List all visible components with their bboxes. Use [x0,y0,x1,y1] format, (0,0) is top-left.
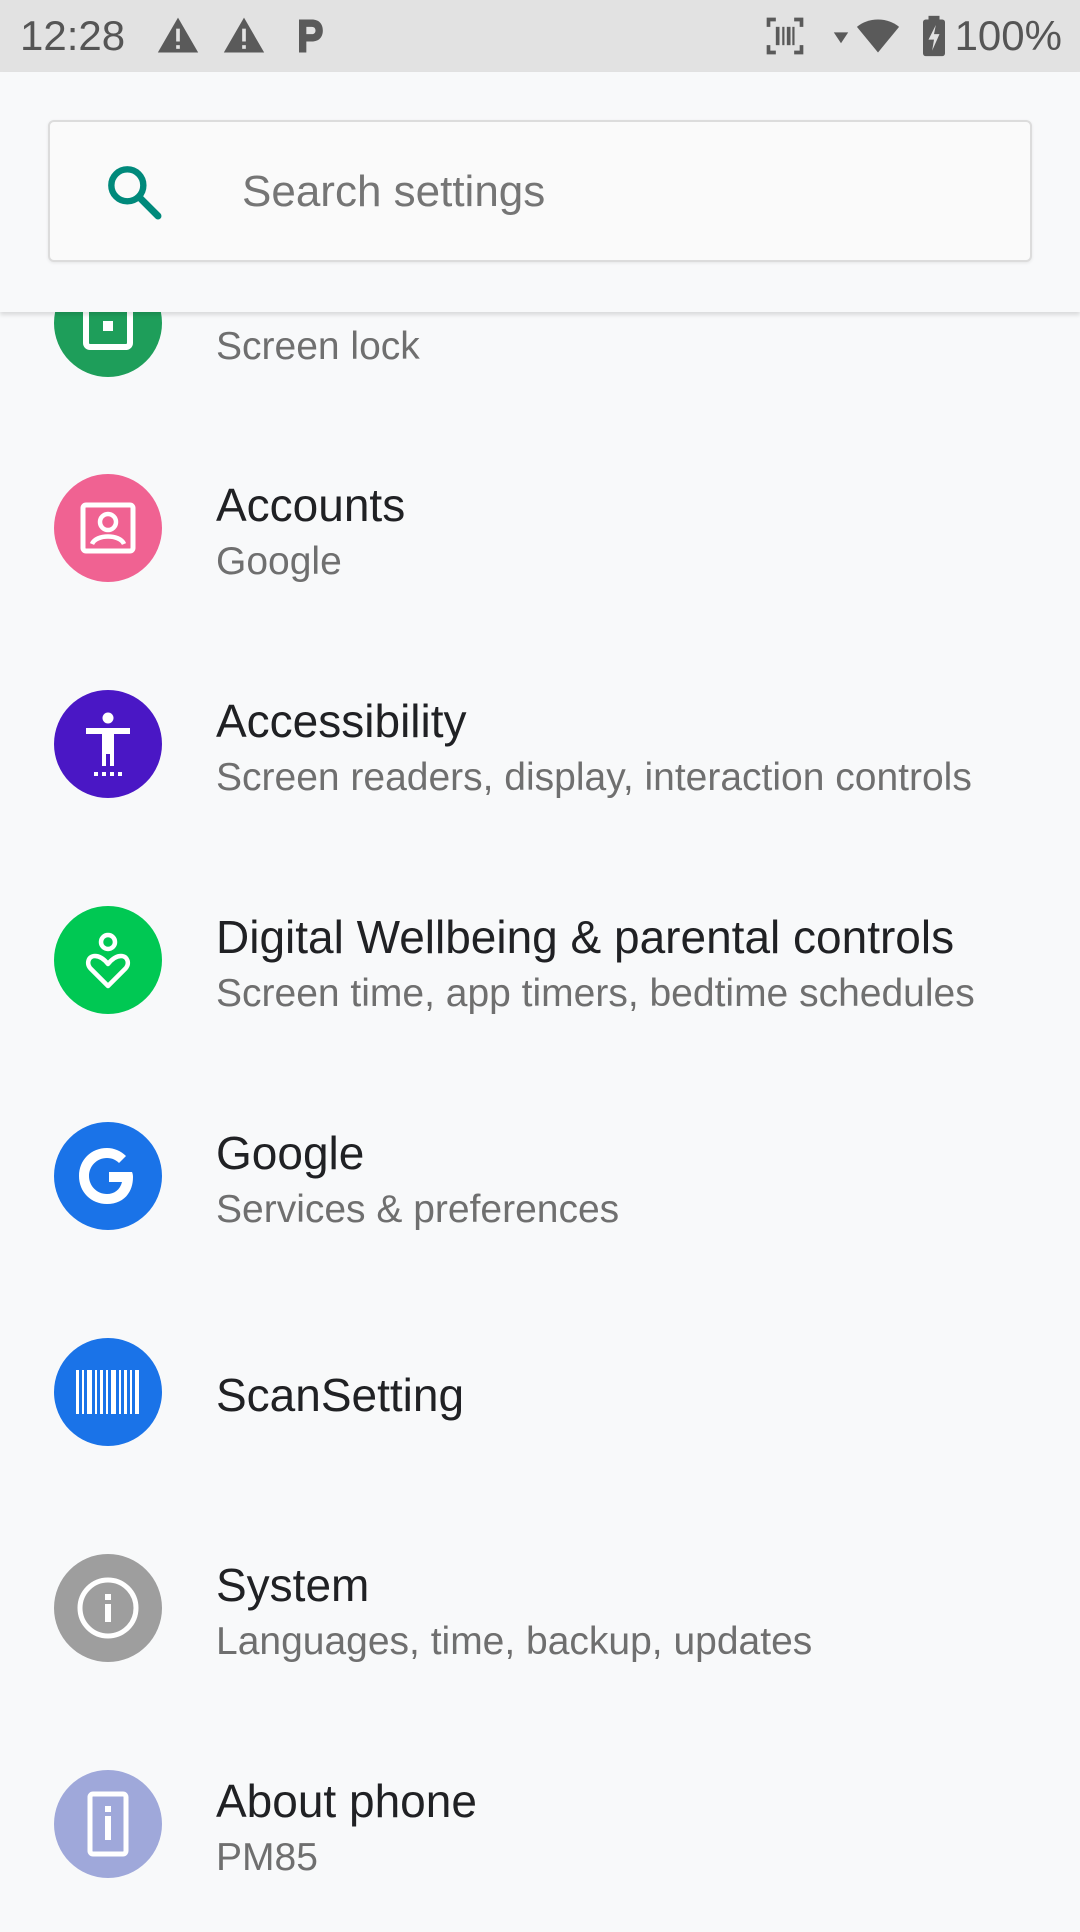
info-icon [54,1554,162,1662]
search-input[interactable]: Search settings [242,166,545,218]
settings-item-title: ScanSetting [216,1369,465,1421]
settings-item-title: Accessibility [216,695,467,747]
settings-item-subtitle: Screen readers, display, interaction con… [216,756,972,799]
settings-item-system[interactable]: System Languages, time, backup, updates [0,1500,1080,1716]
settings-item-subtitle: Screen lock [216,325,420,368]
accessibility-icon [54,690,162,798]
settings-item-digital-wellbeing[interactable]: Digital Wellbeing & parental controls Sc… [0,852,1080,1068]
settings-item-title: Accounts [216,479,406,531]
settings-item-title: Google [216,1127,365,1179]
barcode-icon [54,1338,162,1446]
search-bar[interactable]: Search settings [48,120,1032,262]
phone-icon [54,1770,162,1878]
settings-item-about-phone[interactable]: About phone PM85 [0,1716,1080,1932]
settings-item-title: Digital Wellbeing & parental controls [216,911,955,963]
settings-item-subtitle: Google [216,540,342,583]
wellbeing-icon [54,906,162,1014]
settings-item-subtitle: Screen time, app timers, bedtime schedul… [216,972,975,1015]
accounts-icon [54,474,162,582]
settings-item-subtitle: PM85 [216,1836,318,1879]
settings-item-subtitle: Services & preferences [216,1188,620,1231]
settings-item-title: System [216,1559,370,1611]
settings-item-google[interactable]: Google Services & preferences [0,1068,1080,1284]
settings-item-accessibility[interactable]: Accessibility Screen readers, display, i… [0,636,1080,852]
search-header: Search settings [0,72,1080,312]
settings-item-subtitle: Languages, time, backup, updates [216,1620,813,1663]
settings-item-title: About phone [216,1775,477,1827]
search-icon [108,166,162,220]
settings-item-accounts[interactable]: Accounts Google [0,420,1080,636]
settings-item-scansetting[interactable]: ScanSetting [0,1284,1080,1500]
google-icon [54,1122,162,1230]
